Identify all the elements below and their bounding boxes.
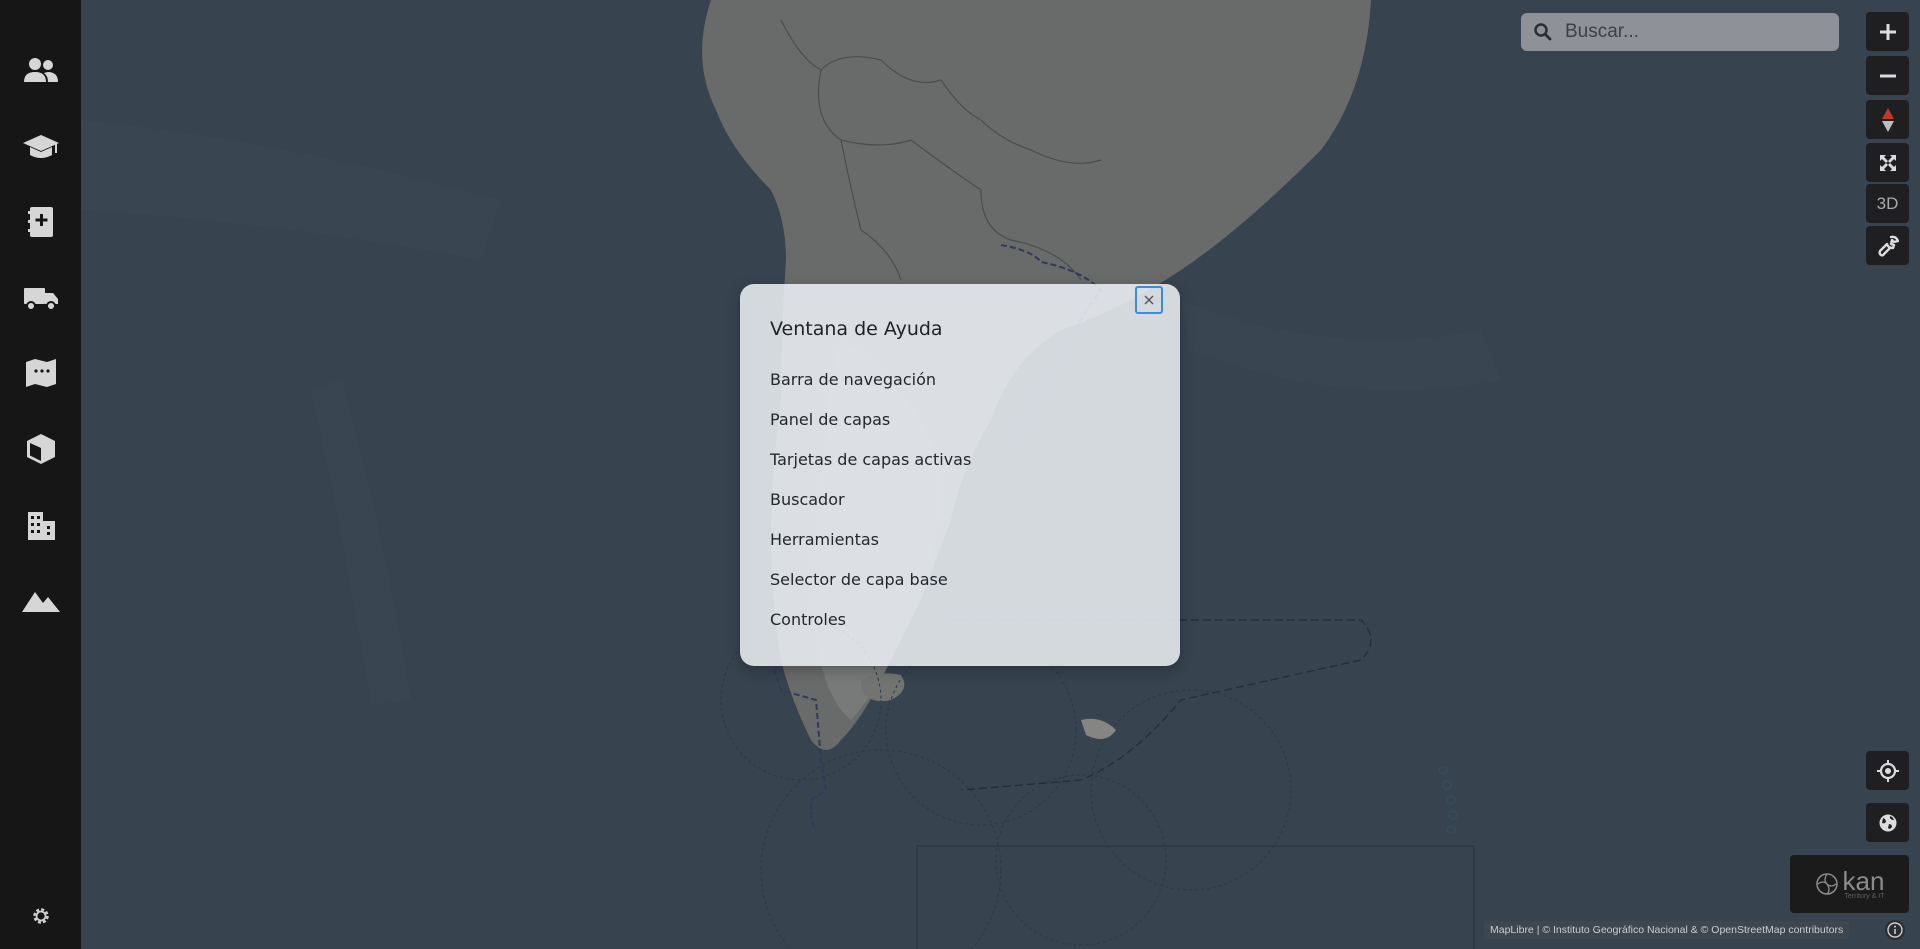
globe-icon bbox=[1879, 814, 1896, 831]
sidebar-item-3d-objects[interactable] bbox=[0, 419, 81, 479]
sidebar-item-transport[interactable] bbox=[0, 268, 81, 328]
help-item-controls[interactable]: Controles bbox=[770, 610, 971, 650]
search-input[interactable] bbox=[1563, 20, 1827, 44]
tools-button[interactable] bbox=[1866, 226, 1909, 265]
logo-mark-icon bbox=[1815, 873, 1838, 895]
cube-icon bbox=[26, 434, 55, 464]
attribution-info-button[interactable] bbox=[1885, 920, 1905, 940]
sidebar-item-terrain[interactable] bbox=[0, 571, 81, 631]
help-item-active-layer-cards[interactable]: Tarjetas de capas activas bbox=[770, 450, 971, 490]
map-icon bbox=[25, 359, 56, 387]
modal-title: Ventana de Ayuda bbox=[770, 318, 943, 340]
locate-button[interactable] bbox=[1866, 751, 1909, 790]
zoom-out-button[interactable] bbox=[1866, 56, 1909, 95]
compass-button[interactable] bbox=[1866, 100, 1909, 139]
graduation-cap-icon bbox=[22, 135, 59, 158]
close-icon bbox=[1144, 295, 1154, 305]
logo-text-block: kan Territory & IT bbox=[1842, 865, 1885, 900]
crosshair-icon bbox=[1876, 759, 1899, 782]
help-item-navigation-bar[interactable]: Barra de navegación bbox=[770, 370, 971, 410]
sidebar-item-health[interactable] bbox=[0, 192, 81, 252]
people-icon bbox=[23, 58, 58, 82]
brand-logo: kan Territory & IT bbox=[1790, 855, 1909, 913]
map-attribution[interactable]: MapLibre | © Instituto Geográfico Nacion… bbox=[1484, 921, 1850, 939]
map-app: 3D kan Territory & IT MapLibre | © Ins bbox=[0, 0, 1920, 949]
gear-icon bbox=[32, 908, 49, 924]
fullscreen-icon bbox=[1879, 154, 1896, 171]
search-icon bbox=[1534, 23, 1552, 41]
sidebar-item-maps[interactable] bbox=[0, 343, 81, 403]
sidebar-item-buildings[interactable] bbox=[0, 495, 81, 555]
search-box bbox=[1521, 13, 1839, 51]
wrench-icon bbox=[1877, 235, 1899, 257]
minus-icon bbox=[1879, 74, 1896, 77]
terrain-3d-toggle[interactable]: 3D bbox=[1866, 184, 1909, 223]
sidebar-item-education[interactable] bbox=[0, 117, 81, 177]
terrain-3d-label: 3D bbox=[1876, 193, 1899, 213]
help-item-layers-panel[interactable]: Panel de capas bbox=[770, 410, 971, 450]
help-modal: Ventana de Ayuda Barra de navegación Pan… bbox=[740, 284, 1180, 666]
help-item-tools[interactable]: Herramientas bbox=[770, 530, 971, 570]
plus-icon bbox=[1879, 23, 1896, 40]
close-button[interactable] bbox=[1135, 286, 1163, 314]
logo-subtext: Territory & IT bbox=[1844, 892, 1885, 900]
sidebar-item-population[interactable] bbox=[0, 40, 81, 100]
zoom-in-button[interactable] bbox=[1866, 12, 1909, 51]
truck-icon bbox=[23, 288, 58, 311]
settings-button[interactable] bbox=[0, 896, 81, 936]
help-item-basemap-selector[interactable]: Selector de capa base bbox=[770, 570, 971, 610]
help-item-search[interactable]: Buscador bbox=[770, 490, 971, 530]
basemap-selector-button[interactable] bbox=[1866, 803, 1909, 842]
compass-icon bbox=[1881, 107, 1894, 132]
fullscreen-button[interactable] bbox=[1866, 143, 1909, 182]
medical-book-icon bbox=[27, 207, 53, 237]
help-topics-list: Barra de navegación Panel de capas Tarje… bbox=[770, 370, 971, 650]
mountain-icon bbox=[21, 592, 60, 612]
navigation-sidebar bbox=[0, 0, 81, 949]
buildings-icon bbox=[27, 512, 55, 540]
logo-text: kan bbox=[1842, 865, 1885, 896]
info-icon bbox=[1887, 922, 1903, 938]
